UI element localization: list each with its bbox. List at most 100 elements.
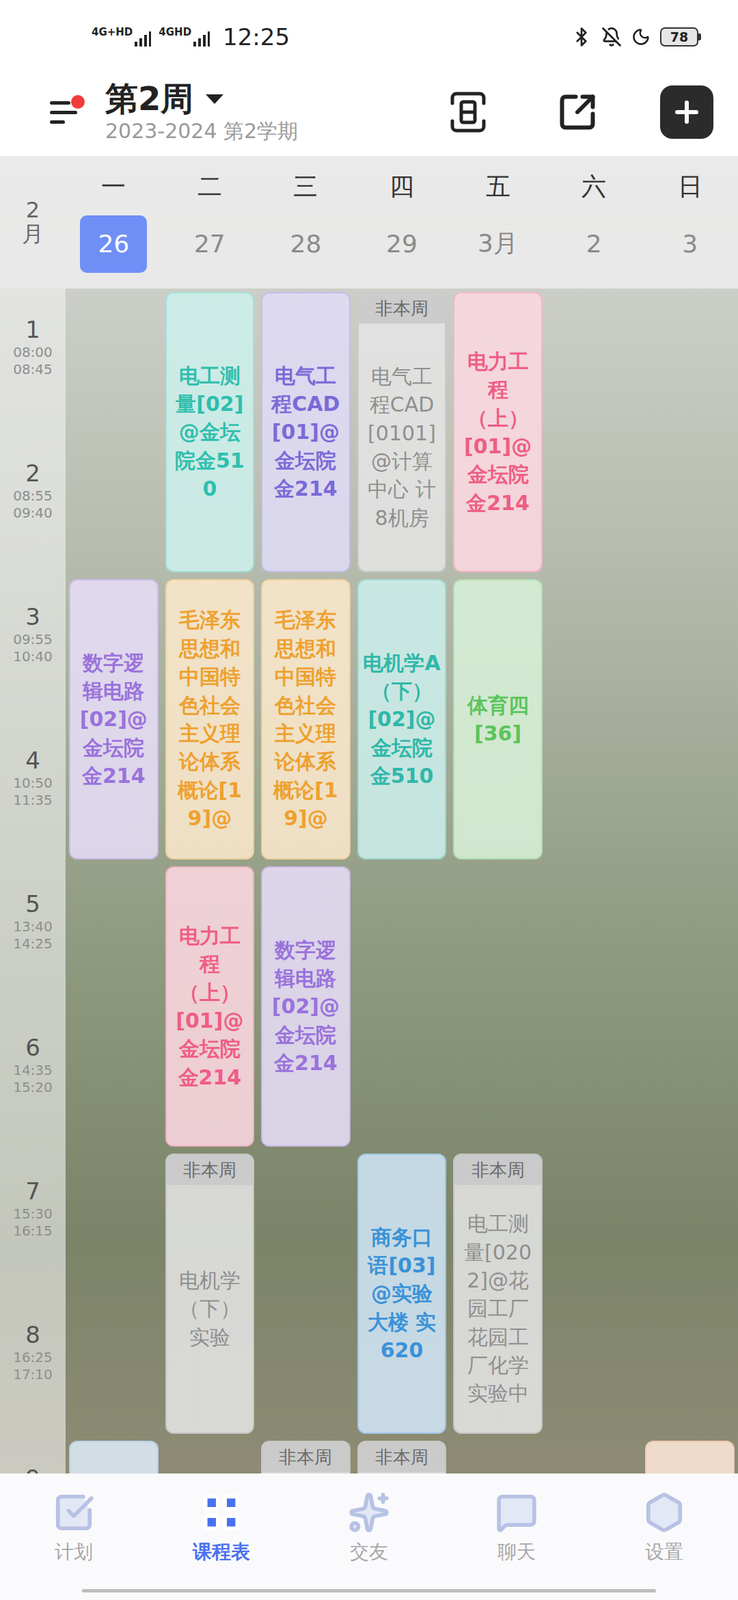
menu-button[interactable]	[45, 93, 82, 131]
period-number: 3	[25, 602, 41, 631]
share-button[interactable]	[550, 85, 605, 139]
day-header[interactable]: 日3	[641, 155, 738, 289]
course-card[interactable]: 电工测量[02]@金坛院金510	[165, 291, 255, 572]
settings-icon	[643, 1490, 686, 1533]
nav-item[interactable]: 聊天	[442, 1490, 591, 1589]
network-indicator: 4G+HD	[91, 27, 152, 48]
nav-label: 设置	[645, 1539, 684, 1563]
status-right: 78	[571, 26, 702, 48]
course-card[interactable]	[69, 1439, 159, 1473]
moon-icon	[631, 27, 651, 47]
period-end: 10:40	[12, 647, 53, 665]
course-card[interactable]: 数字逻辑电路[02]@金坛院金214	[261, 865, 351, 1146]
signal-icon	[133, 30, 152, 48]
period-number: 5	[25, 889, 41, 918]
period-cell: 410:5011:35	[0, 718, 66, 863]
header-actions	[441, 85, 714, 139]
network-label: 4GHD	[158, 27, 192, 48]
course-card[interactable]: 电力工程（上）[01]@金坛院金214	[453, 291, 543, 572]
status-bar: 4G+HD 4GHD 12:25 78	[0, 0, 738, 69]
weekday-label: 四	[389, 171, 415, 201]
share-icon	[556, 91, 598, 133]
period-start: 15:30	[12, 1204, 53, 1222]
day-header[interactable]: 六2	[545, 155, 643, 289]
battery-level: 78	[660, 27, 699, 47]
title-block: 第2周2023-2024 第2学期	[105, 79, 442, 145]
period-number: 9	[25, 1463, 41, 1473]
course-title: 数字逻辑电路[02]@金坛院金214	[262, 867, 350, 1145]
add-button[interactable]	[660, 85, 714, 139]
week-selector[interactable]: 第2周	[105, 79, 442, 118]
today-button[interactable]	[441, 85, 495, 139]
period-cell: 614:3515:20	[0, 1005, 66, 1150]
period-start: 13:40	[12, 917, 53, 935]
course-card[interactable]: 毛泽东思想和中国特色社会主义理论体系概论[19]@	[165, 578, 255, 859]
battery: 78	[660, 27, 702, 47]
course-card[interactable]: 电气工程CAD[01]@金坛院金214	[261, 291, 351, 572]
nav-label: 交友	[349, 1539, 389, 1563]
course-title: 商务口语[03]@实验大楼 实620	[358, 1154, 446, 1432]
period-start: 16:25	[12, 1348, 53, 1366]
week-tag: 非本周	[166, 1154, 254, 1185]
period-start: 08:00	[12, 343, 53, 361]
period-number: 7	[25, 1176, 41, 1205]
course-card[interactable]: 非本周	[261, 1439, 351, 1473]
course-card[interactable]: 体育四[36]	[453, 578, 543, 859]
nav-item[interactable]: 计划	[0, 1490, 148, 1589]
period-cell: 108:0008:45	[0, 288, 66, 432]
day-header[interactable]: 三28	[257, 155, 354, 289]
timetable-grid: 108:0008:45208:5509:40309:5510:40410:501…	[0, 288, 738, 1473]
day-header[interactable]: 四29	[353, 155, 451, 289]
course-title: 毛泽东思想和中国特色社会主义理论体系概论[19]@	[166, 580, 254, 858]
calendar-today-icon	[444, 88, 492, 136]
nav-item[interactable]: 设置	[590, 1490, 738, 1589]
course-card[interactable]: 非本周电气工程CAD[0101]@计算中心 计8机房	[357, 291, 447, 572]
signal-icon	[192, 30, 211, 48]
date-label: 26	[79, 215, 147, 273]
day-header[interactable]: 五3月	[449, 155, 546, 289]
course-card[interactable]	[645, 1439, 735, 1473]
weekday-label: 一	[101, 171, 126, 201]
course-card[interactable]: 电机学A（下）[02]@金坛院金510	[357, 578, 447, 859]
course-card[interactable]: 电力工程（上）[01]@金坛院金214	[165, 865, 255, 1146]
week-tag: 非本周	[262, 1441, 350, 1472]
course-title	[70, 1441, 158, 1473]
week-tag: 非本周	[358, 1441, 446, 1472]
notification-badge	[71, 94, 85, 109]
course-card[interactable]: 非本周电工测量[0202]@花园工厂花园工厂化学实验中	[453, 1152, 543, 1433]
weekday-label: 六	[581, 171, 607, 201]
course-title: 毛泽东思想和中国特色社会主义理论体系概论[19]@	[262, 580, 350, 858]
nav-label: 聊天	[497, 1539, 536, 1563]
period-start: 08:55	[12, 487, 53, 505]
course-card[interactable]: 毛泽东思想和中国特色社会主义理论体系概论[19]@	[261, 578, 351, 859]
week-tag: 非本周	[358, 293, 446, 324]
task-icon	[52, 1490, 95, 1533]
period-start: 09:55	[12, 630, 53, 648]
clock: 12:25	[222, 23, 290, 51]
period-end: 14:25	[12, 934, 53, 952]
home-indicator	[0, 1588, 738, 1599]
weekday-label: 三	[293, 171, 318, 201]
term-label: 2023-2024 第2学期	[105, 117, 442, 145]
course-card[interactable]: 商务口语[03]@实验大楼 实620	[357, 1152, 447, 1433]
course-title: 电力工程（上）[01]@金坛院金214	[166, 867, 254, 1145]
day-header[interactable]: 二27	[161, 155, 259, 289]
period-number: 4	[25, 746, 41, 775]
timetable-area: 2月一26二27三28四29五3月六2日3108:0008:45208:5509…	[0, 155, 738, 1473]
period-cell: 816:2517:10	[0, 1292, 66, 1437]
period-cell: 309:5510:40	[0, 575, 66, 719]
course-card[interactable]: 非本周电机学（下）实验	[165, 1152, 255, 1433]
nav-item[interactable]: 课程表	[147, 1490, 296, 1589]
course-card[interactable]: 非本周	[357, 1439, 447, 1473]
course-title: 电气工程CAD[0101]@计算中心 计8机房	[358, 323, 446, 571]
course-title	[646, 1441, 734, 1473]
course-title: 电机学A（下）[02]@金坛院金510	[358, 580, 446, 858]
course-title: 电气工程CAD[01]@金坛院金214	[262, 293, 350, 571]
course-card[interactable]: 数字逻辑电路[02]@金坛院金214	[69, 578, 159, 859]
period-number: 2	[25, 459, 41, 488]
course-title: 电机学（下）实验	[166, 1184, 254, 1432]
nav-item[interactable]: 交友	[295, 1490, 443, 1589]
date-label: 3	[656, 215, 724, 273]
day-header[interactable]: 一 26	[65, 155, 162, 289]
home-indicator-line	[82, 1588, 656, 1592]
